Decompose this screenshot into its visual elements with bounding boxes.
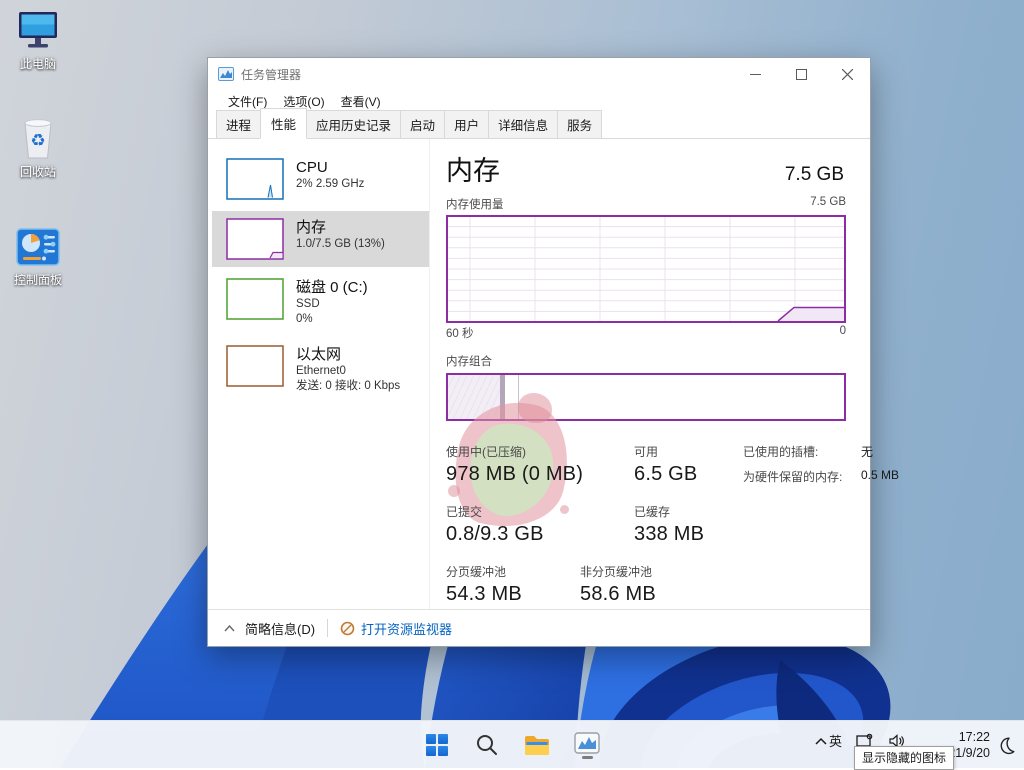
desktop-icons: 此电脑 ♻ 回收站 xyxy=(4,6,74,330)
window-controls xyxy=(732,58,870,90)
show-hidden-icons-tooltip: 显示隐藏的图标 xyxy=(854,746,954,770)
minimize-button[interactable] xyxy=(732,58,778,90)
sidebar-ethernet-name: 以太网 xyxy=(296,345,400,364)
sidebar-item-ethernet[interactable]: 以太网 Ethernet0 发送: 0 接收: 0 Kbps xyxy=(212,338,429,401)
sidebar-ethernet-detail2: 发送: 0 接收: 0 Kbps xyxy=(296,379,400,394)
stat-non-paged-pool: 非分页缓冲池 58.6 MB xyxy=(580,563,656,606)
search-icon xyxy=(475,733,499,757)
sidebar-disk-detail1: SSD xyxy=(296,297,368,312)
tab-app-history[interactable]: 应用历史记录 xyxy=(306,110,401,138)
usage-chart-label: 内存使用量 xyxy=(446,196,504,212)
windows-logo-icon xyxy=(426,734,448,756)
desktop-icon-label: 控制面板 xyxy=(4,271,72,288)
memory-panel: 内存 7.5 GB 内存使用量 7.5 GB xyxy=(430,139,870,609)
sidebar-disk-name: 磁盘 0 (C:) xyxy=(296,278,368,297)
sidebar-cpu-detail: 2% 2.59 GHz xyxy=(296,177,364,192)
sidebar-cpu-name: CPU xyxy=(296,158,364,177)
this-pc-icon xyxy=(4,6,72,52)
clock-time: 17:22 xyxy=(934,729,990,745)
taskbar: 英 显示隐藏的图标 17:22 2021/9/20 xyxy=(0,720,1024,768)
composition-segment-standby xyxy=(505,375,518,419)
control-panel-icon xyxy=(4,222,72,268)
search-button[interactable] xyxy=(472,728,502,762)
usage-chart-max: 7.5 GB xyxy=(810,196,846,212)
sidebar-item-cpu[interactable]: CPU 2% 2.59 GHz xyxy=(212,151,429,207)
maximize-button[interactable] xyxy=(778,58,824,90)
composition-segment-in-use xyxy=(448,375,500,419)
window-title: 任务管理器 xyxy=(241,66,732,83)
composition-segment-free xyxy=(519,375,844,419)
cpu-mini-graph xyxy=(226,158,284,200)
resource-monitor-icon xyxy=(340,621,355,636)
desktop-wallpaper: 此电脑 ♻ 回收站 xyxy=(0,0,1024,768)
memory-title: 内存 xyxy=(446,149,500,188)
tab-services[interactable]: 服务 xyxy=(557,110,602,138)
stat-paged-pool: 分页缓冲池 54.3 MB xyxy=(446,563,554,606)
tab-users[interactable]: 用户 xyxy=(444,110,489,138)
memory-capacity: 7.5 GB xyxy=(785,164,844,186)
stat-committed: 已提交 0.8/9.3 GB xyxy=(446,503,608,546)
ethernet-mini-graph xyxy=(226,345,284,387)
window-titlebar[interactable]: 任务管理器 xyxy=(208,58,870,90)
language-indicator[interactable]: 英 xyxy=(829,731,842,750)
memory-stats: 使用中(已压缩) 978 MB (0 MB) 可用 6.5 GB 已使用的插槽:… xyxy=(446,443,844,606)
sidebar-memory-name: 内存 xyxy=(296,218,385,237)
desktop-icon-recycle-bin[interactable]: ♻ 回收站 xyxy=(4,114,72,180)
footer-divider xyxy=(327,619,328,637)
sidebar-item-disk[interactable]: 磁盘 0 (C:) SSD 0% xyxy=(212,271,429,334)
tab-processes[interactable]: 进程 xyxy=(216,110,261,138)
tab-performance[interactable]: 性能 xyxy=(260,108,307,139)
sidebar-ethernet-detail1: Ethernet0 xyxy=(296,364,400,379)
fewer-details-toggle[interactable]: 简略信息(D) xyxy=(224,619,315,638)
disk-mini-graph xyxy=(226,278,284,320)
sidebar-item-memory[interactable]: 内存 1.0/7.5 GB (13%) xyxy=(212,211,429,267)
memory-usage-graph xyxy=(446,215,846,323)
task-manager-taskbar-button[interactable] xyxy=(572,728,602,762)
folder-icon xyxy=(523,733,551,757)
active-app-indicator xyxy=(582,756,593,759)
time-axis-end: 0 xyxy=(840,325,846,341)
performance-sidebar: CPU 2% 2.59 GHz 内存 1.0/7.5 GB (13%) xyxy=(208,139,430,609)
recycle-bin-icon: ♻ xyxy=(4,114,72,160)
memory-composition-bar xyxy=(446,373,846,421)
file-explorer-button[interactable] xyxy=(522,728,552,762)
task-manager-app-icon xyxy=(218,67,234,81)
stat-cached: 已缓存 338 MB xyxy=(634,503,704,546)
sidebar-disk-detail2: 0% xyxy=(296,312,368,327)
tab-strip: 进程 性能 应用历史记录 启动 用户 详细信息 服务 xyxy=(208,113,870,139)
desktop-icon-this-pc[interactable]: 此电脑 xyxy=(4,6,72,72)
window-footer: 简略信息(D) 打开资源监视器 xyxy=(208,609,870,646)
focus-assist-moon-icon[interactable] xyxy=(997,736,1016,755)
desktop-icon-control-panel[interactable]: 控制面板 xyxy=(4,222,72,288)
desktop-icon-label: 回收站 xyxy=(4,163,72,180)
chevron-up-icon xyxy=(224,625,235,632)
close-button[interactable] xyxy=(824,58,870,90)
desktop-icon-label: 此电脑 xyxy=(4,55,72,72)
start-button[interactable] xyxy=(422,728,452,762)
svg-text:♻: ♻ xyxy=(30,131,45,150)
stat-available: 可用 6.5 GB xyxy=(634,443,697,486)
open-resource-monitor-link[interactable]: 打开资源监视器 xyxy=(340,619,452,638)
show-hidden-icons-chevron[interactable] xyxy=(814,737,828,746)
tab-details[interactable]: 详细信息 xyxy=(488,110,558,138)
tab-startup[interactable]: 启动 xyxy=(400,110,445,138)
memory-mini-graph xyxy=(226,218,284,260)
composition-label: 内存组合 xyxy=(446,353,846,369)
stat-in-use: 使用中(已压缩) 978 MB (0 MB) xyxy=(446,443,608,486)
task-manager-window: 任务管理器 文件(F) 选项(O) 查看(V) 进程 性能 应用历史记录 xyxy=(207,57,871,647)
stat-slots-and-reserved: 已使用的插槽: 无 为硬件保留的内存: 0.5 MB xyxy=(743,443,933,493)
performance-content: CPU 2% 2.59 GHz 内存 1.0/7.5 GB (13%) xyxy=(208,139,870,609)
task-manager-icon xyxy=(574,732,600,754)
sidebar-memory-detail: 1.0/7.5 GB (13%) xyxy=(296,237,385,252)
time-axis-span: 60 秒 xyxy=(446,325,474,341)
